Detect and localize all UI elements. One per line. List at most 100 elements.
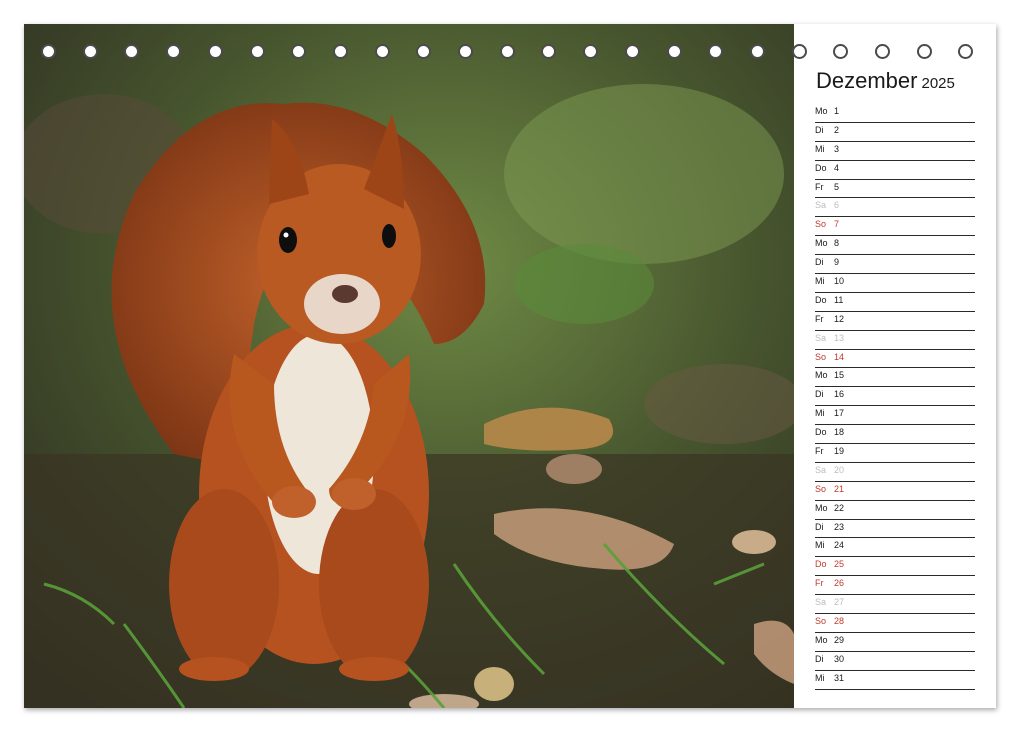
- weekday-label: Di: [815, 124, 824, 135]
- day-row: Do 4: [815, 161, 975, 180]
- weekday-label: Mo: [815, 370, 828, 381]
- day-row: Mi 31: [815, 671, 975, 690]
- weekday-label: Fr: [815, 446, 824, 457]
- weekday-label: Sa: [815, 464, 827, 475]
- day-number: 28: [834, 616, 845, 627]
- weekday-label: Do: [815, 294, 827, 305]
- weekday-label: Do: [815, 162, 827, 173]
- squirrel-photo: [24, 24, 794, 708]
- day-number: 20: [834, 464, 845, 475]
- day-row: Di 2: [815, 123, 975, 142]
- day-row: Mi 3: [815, 142, 975, 161]
- day-row: So 21: [815, 482, 975, 501]
- binding-ring-icon: [374, 44, 390, 59]
- day-number: 30: [834, 653, 845, 664]
- binding-rings: [41, 44, 981, 64]
- binding-ring-icon: [332, 44, 348, 59]
- binding-ring-icon: [458, 44, 473, 59]
- weekday-label: Di: [815, 389, 824, 400]
- day-row: Do 25: [815, 557, 975, 577]
- day-row: Sa 13: [815, 331, 975, 350]
- day-row: Sa 6: [815, 198, 975, 218]
- day-row: Fr 12: [815, 312, 975, 331]
- binding-ring-icon: [624, 44, 640, 59]
- day-number: 27: [834, 597, 845, 608]
- binding-ring-icon: [958, 44, 974, 59]
- binding-ring-icon: [583, 44, 599, 59]
- day-number: 17: [834, 408, 845, 419]
- binding-ring-icon: [541, 44, 557, 59]
- day-number: 3: [834, 143, 840, 154]
- weekday-label: Mi: [815, 408, 825, 419]
- weekday-label: Fr: [815, 313, 824, 324]
- weekday-label: Mi: [815, 276, 825, 287]
- day-row: Fr 5: [815, 180, 975, 199]
- day-list: Mo 1 Di 2 Mi 3 Do 4 Fr 5 Sa 6 So 7 Mo 8 Di 9 Mi 10 Do 11 Fr 12 S…: [815, 104, 975, 690]
- calendar-page: Dezember 2025 Mo 1 Di 2 Mi 3 Do 4 Fr 5 Sa 6 So 7 Mo 8 Di 9…: [24, 24, 996, 708]
- binding-ring-icon: [207, 44, 223, 59]
- binding-ring-icon: [708, 44, 724, 59]
- day-number: 14: [834, 351, 845, 362]
- day-number: 9: [834, 257, 840, 268]
- day-row: Sa 20: [815, 463, 975, 482]
- binding-ring-icon: [833, 44, 849, 59]
- day-number: 15: [834, 370, 845, 381]
- day-row: Di 23: [815, 520, 975, 539]
- day-row: Sa 27: [815, 595, 975, 615]
- binding-ring-icon: [82, 44, 98, 59]
- day-number: 8: [834, 238, 840, 249]
- day-number: 26: [834, 578, 845, 589]
- weekday-label: Sa: [815, 597, 827, 608]
- calendar-panel: Dezember 2025 Mo 1 Di 2 Mi 3 Do 4 Fr 5 Sa 6 So 7 Mo 8 Di 9…: [794, 24, 996, 708]
- month-name: Dezember: [816, 68, 918, 93]
- weekday-label: Sa: [815, 332, 827, 343]
- day-number: 5: [834, 181, 840, 192]
- weekday-label: Di: [815, 521, 824, 532]
- day-row: Di 9: [815, 255, 975, 275]
- month-title: Dezember 2025: [816, 68, 955, 94]
- weekday-label: Fr: [815, 578, 824, 589]
- day-row: Di 16: [815, 387, 975, 407]
- day-number: 22: [834, 502, 845, 513]
- day-number: 11: [834, 294, 844, 305]
- day-number: 21: [834, 483, 845, 494]
- weekday-label: Do: [815, 559, 827, 570]
- day-number: 23: [834, 521, 845, 532]
- day-number: 4: [834, 162, 840, 173]
- day-number: 13: [834, 332, 845, 343]
- binding-ring-icon: [416, 44, 432, 59]
- weekday-label: Di: [815, 257, 824, 268]
- day-number: 16: [834, 389, 845, 400]
- day-row: Mi 24: [815, 538, 975, 558]
- weekday-label: Do: [815, 427, 827, 438]
- day-row: So 7: [815, 217, 975, 237]
- weekday-label: Mo: [815, 502, 828, 513]
- binding-ring-icon: [291, 44, 307, 59]
- year-label: 2025: [921, 75, 955, 92]
- binding-ring-icon: [249, 44, 265, 59]
- day-row: Do 11: [815, 293, 975, 312]
- day-row: So 28: [815, 614, 975, 633]
- weekday-label: Mi: [815, 540, 825, 551]
- day-number: 7: [834, 219, 840, 230]
- binding-ring-icon: [124, 44, 140, 59]
- day-row: Fr 26: [815, 576, 975, 596]
- day-row: Mi 17: [815, 406, 975, 426]
- day-number: 12: [834, 313, 845, 324]
- day-number: 31: [834, 672, 845, 683]
- day-number: 25: [834, 559, 845, 570]
- binding-ring-icon: [499, 44, 515, 59]
- weekday-label: So: [815, 219, 827, 230]
- weekday-label: Mi: [815, 672, 825, 683]
- day-number: 19: [834, 446, 845, 457]
- day-row: Do 18: [815, 425, 975, 445]
- day-row: Mo 29: [815, 633, 975, 652]
- weekday-label: So: [815, 616, 827, 627]
- day-row: Mo 1: [815, 104, 975, 123]
- day-row: So 14: [815, 350, 975, 369]
- day-row: Mo 15: [815, 368, 975, 388]
- day-number: 29: [834, 634, 845, 645]
- binding-ring-icon: [41, 44, 56, 59]
- day-number: 18: [834, 427, 845, 438]
- binding-ring-icon: [666, 44, 682, 59]
